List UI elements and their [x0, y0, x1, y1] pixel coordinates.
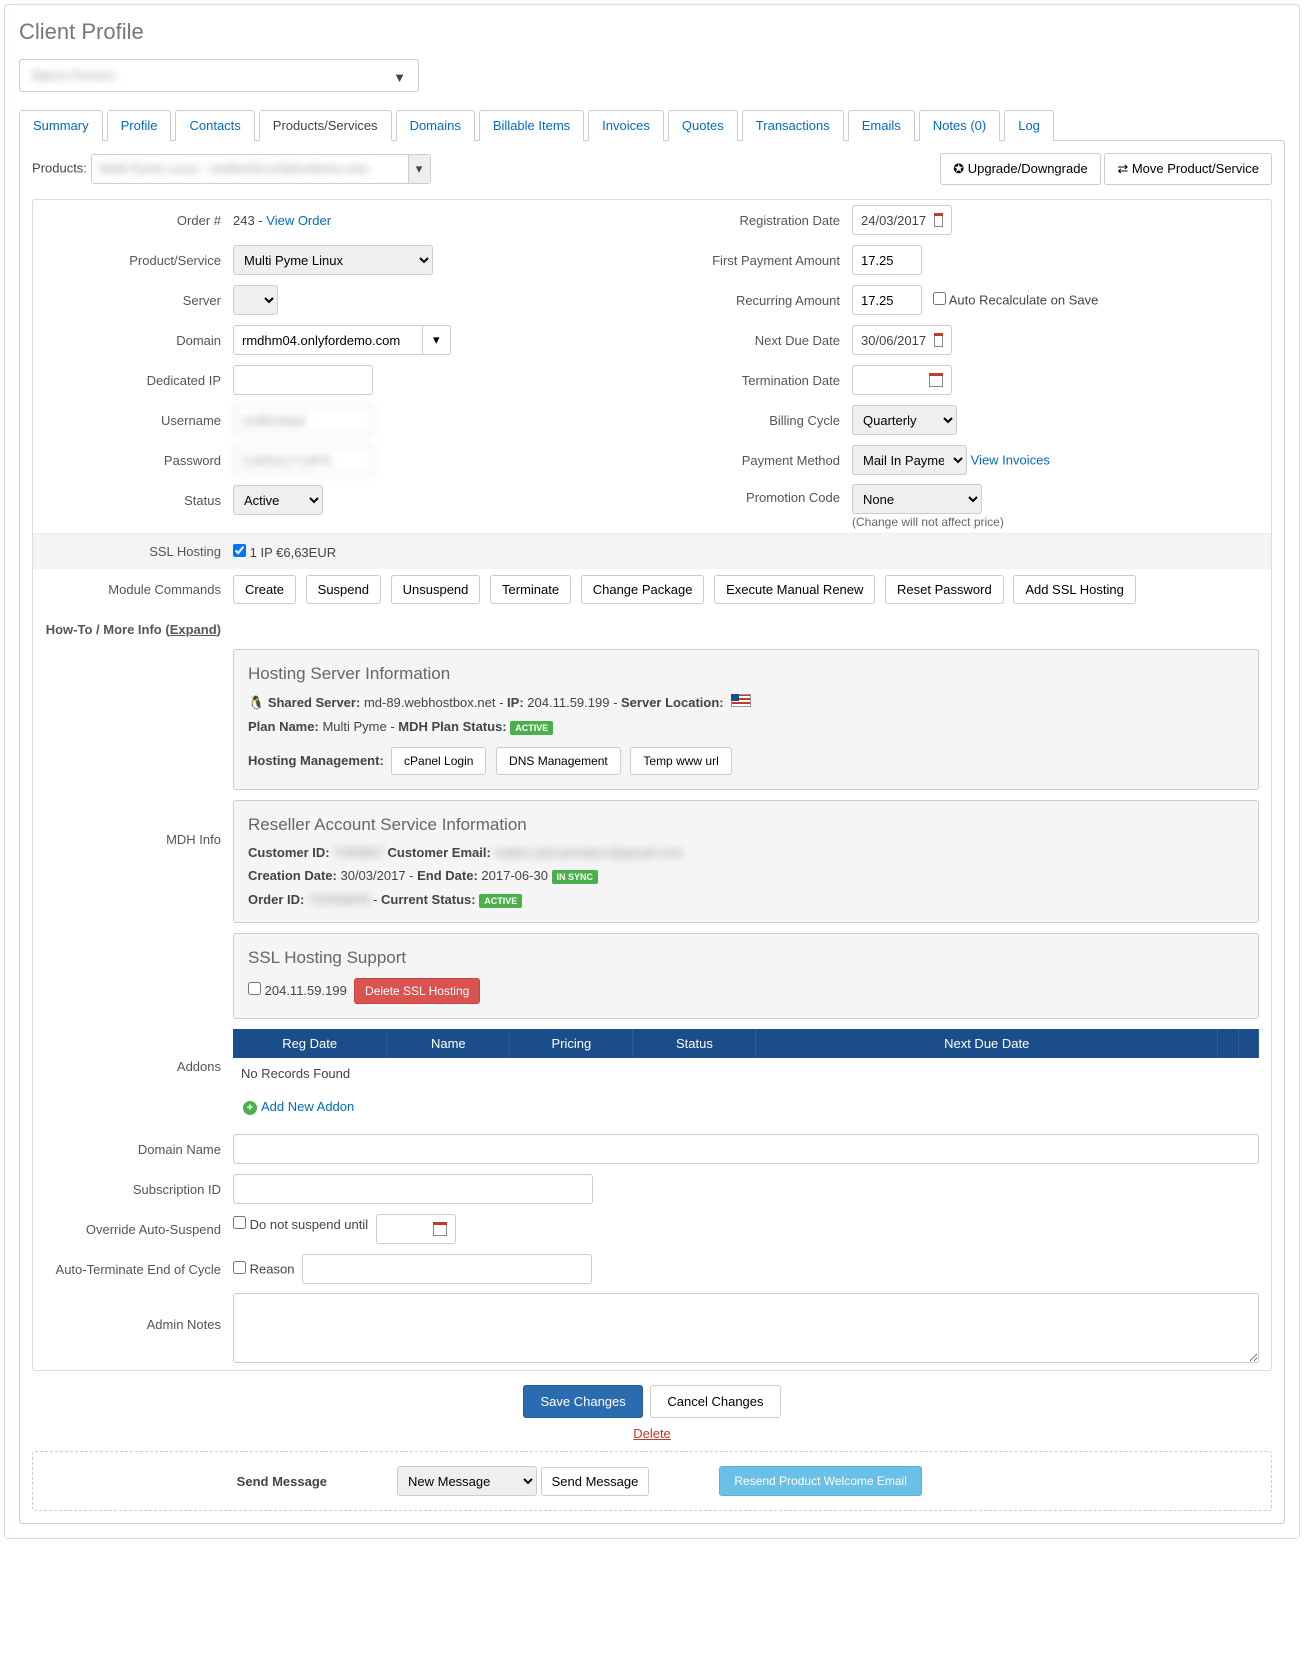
status-select[interactable]: Active — [233, 485, 323, 515]
calendar-icon — [934, 333, 943, 347]
delete-link[interactable]: Delete — [32, 1422, 1272, 1451]
promotion-code-select[interactable]: None — [852, 484, 982, 514]
tab-transactions[interactable]: Transactions — [742, 110, 844, 141]
flag-us-icon — [731, 694, 751, 707]
howto-label: How-To / More Info (Expand) — [33, 622, 233, 637]
table-header: Status — [633, 1029, 756, 1058]
resend-welcome-button[interactable]: Resend Product Welcome Email — [719, 1466, 922, 1496]
tab-billable[interactable]: Billable Items — [479, 110, 584, 141]
linux-icon: 🐧 — [248, 695, 264, 710]
recurring-amount-input[interactable] — [852, 285, 922, 315]
add-ssl-hosting-button[interactable]: Add SSL Hosting — [1013, 575, 1136, 604]
client-name: Marco Ferrero — [32, 68, 114, 83]
ssl-hosting-checkbox[interactable] — [233, 544, 246, 557]
domain-input[interactable] — [233, 325, 423, 355]
addons-table: Reg Date Name Pricing Status Next Due Da… — [233, 1029, 1259, 1089]
move-product-button[interactable]: ⇄ Move Product/Service — [1104, 153, 1272, 185]
view-invoices-link[interactable]: View Invoices — [971, 453, 1050, 468]
calendar-icon — [433, 1222, 447, 1236]
products-label: Products: — [32, 160, 87, 175]
plus-icon: + — [243, 1101, 257, 1115]
ssl-ip-checkbox[interactable] — [248, 982, 261, 995]
table-header: Next Due Date — [756, 1029, 1218, 1058]
tab-log[interactable]: Log — [1004, 110, 1054, 141]
tab-profile[interactable]: Profile — [107, 110, 172, 141]
unsuspend-button[interactable]: Unsuspend — [391, 575, 481, 604]
ssl-support-title: SSL Hosting Support — [248, 948, 1244, 968]
table-header: Reg Date — [233, 1029, 387, 1058]
first-payment-input[interactable] — [852, 245, 922, 275]
chevron-down-icon: ▾ — [408, 155, 430, 183]
domain-dropdown-button[interactable]: ▾ — [423, 325, 451, 355]
username-input[interactable] — [233, 405, 373, 435]
tab-domains[interactable]: Domains — [396, 110, 475, 141]
admin-notes-textarea[interactable] — [233, 1293, 1259, 1363]
cpanel-login-button[interactable]: cPanel Login — [391, 747, 486, 775]
product-service-select[interactable]: Multi Pyme Linux — [233, 245, 433, 275]
table-header — [1218, 1029, 1239, 1058]
chevron-down-icon: ▼ — [393, 70, 406, 85]
order-label: Order # — [33, 213, 233, 228]
dns-management-button[interactable]: DNS Management — [496, 747, 621, 775]
page-title: Client Profile — [19, 19, 1285, 45]
status-badge: ACTIVE — [510, 721, 553, 735]
calendar-icon — [934, 213, 943, 227]
domain-name-input[interactable] — [233, 1134, 1259, 1164]
sync-badge: IN SYNC — [552, 870, 599, 884]
view-order-link[interactable]: View Order — [266, 213, 331, 228]
products-select[interactable]: Multi Pyme Linux - rmdhm04.onlyfordemo.c… — [91, 154, 431, 184]
manual-renew-button[interactable]: Execute Manual Renew — [714, 575, 875, 604]
tab-notes[interactable]: Notes (0) — [919, 110, 1000, 141]
create-button[interactable]: Create — [233, 575, 296, 604]
upgrade-downgrade-button[interactable]: ✪ Upgrade/Downgrade — [940, 153, 1100, 185]
reason-input[interactable] — [302, 1254, 592, 1284]
table-header — [1238, 1029, 1259, 1058]
status-badge: ACTIVE — [479, 894, 522, 908]
hosting-title: Hosting Server Information — [248, 664, 1244, 684]
auto-terminate-checkbox[interactable] — [233, 1261, 246, 1274]
table-header: Name — [387, 1029, 510, 1058]
tab-invoices[interactable]: Invoices — [588, 110, 664, 141]
suspend-button[interactable]: Suspend — [306, 575, 381, 604]
password-input[interactable] — [233, 445, 373, 475]
save-button[interactable]: Save Changes — [523, 1385, 642, 1418]
subscription-id-input[interactable] — [233, 1174, 593, 1204]
registration-date-input[interactable]: 24/03/2017 — [852, 205, 952, 235]
temp-www-button[interactable]: Temp www url — [630, 747, 731, 775]
termination-date-input[interactable] — [852, 365, 952, 395]
expand-link[interactable]: Expand — [170, 622, 217, 637]
message-select[interactable]: New Message — [397, 1466, 537, 1496]
table-header: Pricing — [510, 1029, 633, 1058]
tab-summary[interactable]: Summary — [19, 110, 103, 141]
client-select[interactable]: Marco Ferrero ▼ — [19, 59, 419, 92]
order-id: 243 — [233, 213, 255, 228]
tab-quotes[interactable]: Quotes — [668, 110, 738, 141]
terminate-button[interactable]: Terminate — [490, 575, 571, 604]
change-package-button[interactable]: Change Package — [581, 575, 705, 604]
server-select[interactable] — [233, 285, 278, 315]
delete-ssl-button[interactable]: Delete SSL Hosting — [354, 978, 480, 1004]
dedicated-ip-input[interactable] — [233, 365, 373, 395]
auto-recalculate-checkbox[interactable] — [933, 292, 946, 305]
calendar-icon — [929, 373, 943, 387]
reset-password-button[interactable]: Reset Password — [885, 575, 1004, 604]
suspend-until-date-input[interactable] — [376, 1214, 456, 1244]
tab-products-services[interactable]: Products/Services — [259, 110, 392, 141]
next-due-date-input[interactable]: 30/06/2017 — [852, 325, 952, 355]
tab-emails[interactable]: Emails — [848, 110, 915, 141]
payment-method-select[interactable]: Mail In Payment — [852, 445, 967, 475]
send-message-label: Send Message — [47, 1474, 327, 1489]
tabs: Summary Profile Contacts Products/Servic… — [19, 110, 1285, 141]
reseller-title: Reseller Account Service Information — [248, 815, 1244, 835]
override-suspend-checkbox[interactable] — [233, 1216, 246, 1229]
billing-cycle-select[interactable]: Quarterly — [852, 405, 957, 435]
add-addon-link[interactable]: Add New Addon — [261, 1099, 354, 1114]
send-message-button[interactable]: Send Message — [541, 1467, 650, 1496]
tab-contacts[interactable]: Contacts — [175, 110, 254, 141]
cancel-button[interactable]: Cancel Changes — [650, 1385, 780, 1418]
no-records: No Records Found — [233, 1058, 1259, 1089]
